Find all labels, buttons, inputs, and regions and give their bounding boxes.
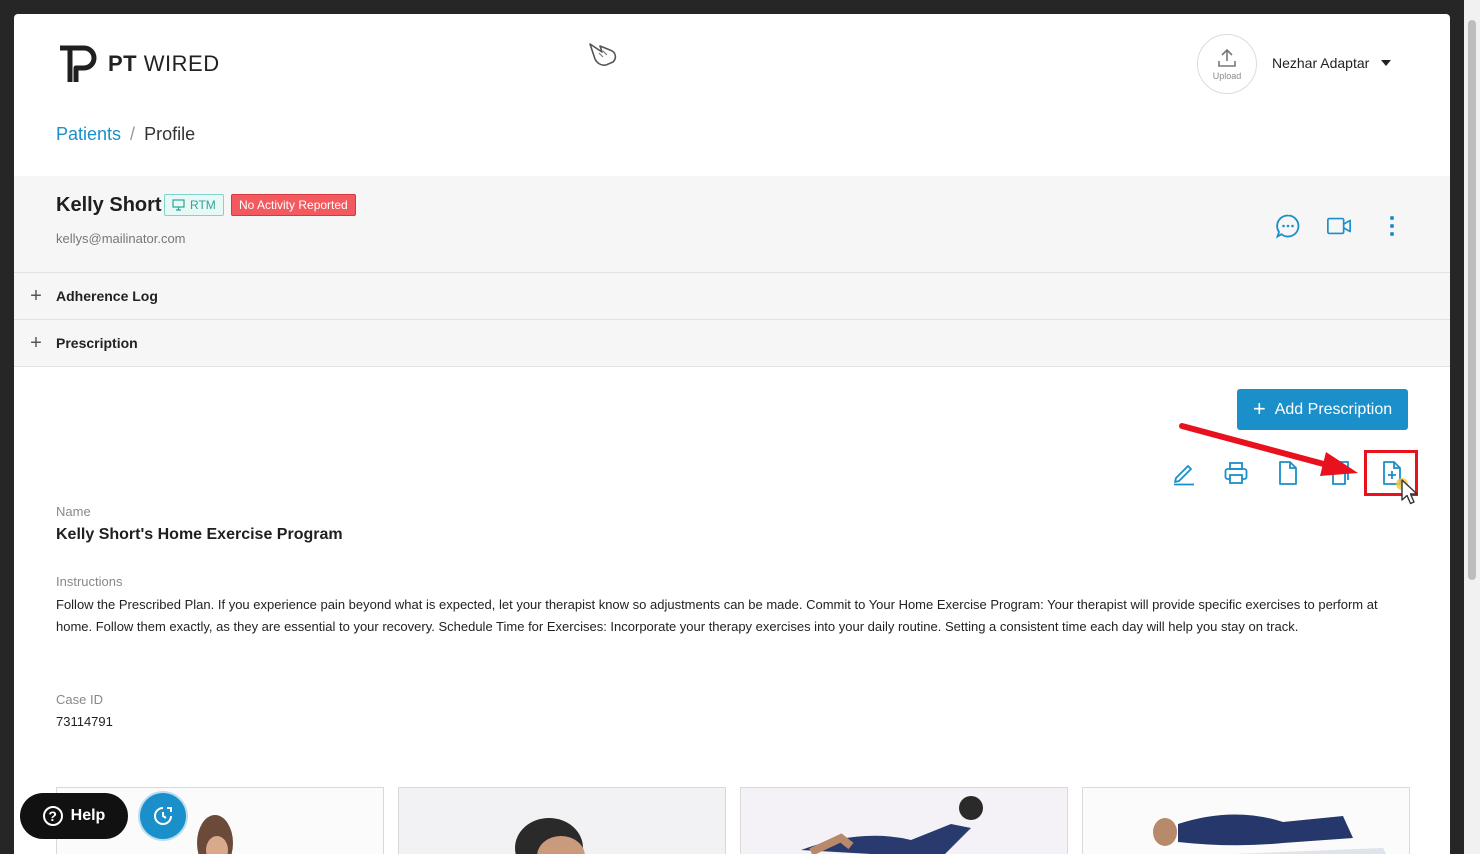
case-id-label: Case ID <box>56 692 103 707</box>
rx-name-label: Name <box>56 504 91 519</box>
message-button[interactable] <box>1275 213 1301 239</box>
patient-name: Kelly Short <box>56 194 162 216</box>
upload-icon <box>1218 48 1236 67</box>
breadcrumb-separator: / <box>130 124 136 144</box>
logo-text: PT WIRED <box>108 51 220 76</box>
user-name: Nezhar Adaptar <box>1272 55 1370 71</box>
annotation-arrow-icon <box>1179 423 1358 476</box>
prescription-panel[interactable]: + Prescription <box>14 320 1450 367</box>
logo[interactable]: PT WIRED <box>56 42 220 86</box>
rx-name-value: Kelly Short's Home Exercise Program <box>56 526 343 543</box>
status-badge: No Activity Reported <box>231 194 356 216</box>
exercise-card[interactable] <box>398 787 726 854</box>
exercise-card[interactable] <box>1082 787 1410 854</box>
instructions-value: Follow the Prescribed Plan. If you exper… <box>56 597 1378 634</box>
activity-clock-button[interactable] <box>140 793 186 839</box>
scrollbar-thumb[interactable] <box>1468 20 1476 580</box>
question-icon: ? <box>42 806 63 826</box>
more-options-button[interactable] <box>1379 213 1405 239</box>
clock-icon <box>154 807 172 825</box>
exercise-thumbnail-image <box>399 788 725 854</box>
instructions-label: Instructions <box>56 574 123 589</box>
breadcrumb: Patients / Profile <box>56 124 195 145</box>
chat-bubble-icon <box>1275 214 1300 239</box>
monitor-icon <box>172 199 185 211</box>
vertical-dots-icon <box>1390 216 1394 236</box>
case-id-value: 73114791 <box>56 714 113 729</box>
help-label: Help <box>70 807 106 824</box>
exercise-thumbnail-image <box>1083 788 1409 854</box>
patient-header: Kelly Short RTM No Activity Reported kel… <box>14 176 1450 273</box>
upload-button[interactable]: Upload <box>1197 34 1257 94</box>
plus-icon: + <box>1252 395 1266 421</box>
hand-pointer-icon <box>589 43 617 66</box>
exercise-card[interactable] <box>740 787 1068 854</box>
chevron-down-icon <box>1381 60 1392 66</box>
prescription-title: Prescription <box>56 335 138 351</box>
breadcrumb-patients-link[interactable]: Patients <box>56 124 121 145</box>
user-menu[interactable]: Nezhar Adaptar <box>1272 55 1392 71</box>
rtm-badge: RTM <box>164 194 224 216</box>
scrollbar-track[interactable] <box>1464 0 1480 854</box>
mouse-cursor-icon <box>1396 478 1418 505</box>
page: PT WIRED Upload Nezhar Adaptar Patients … <box>14 14 1450 854</box>
expand-plus-icon: + <box>30 284 42 307</box>
help-button[interactable]: ? Help <box>20 793 128 839</box>
add-prescription-label: Add Prescription <box>1274 400 1393 418</box>
logo-mark-icon <box>60 45 97 82</box>
exercise-thumbnail-image <box>741 788 1067 854</box>
upload-label: Upload <box>1212 71 1242 81</box>
video-call-button[interactable] <box>1326 213 1352 239</box>
video-camera-icon <box>1327 217 1351 235</box>
adherence-log-title: Adherence Log <box>56 288 158 304</box>
expand-plus-icon: + <box>30 331 42 354</box>
patient-email: kellys@mailinator.com <box>56 231 186 246</box>
adherence-log-panel[interactable]: + Adherence Log <box>14 273 1450 320</box>
breadcrumb-current: Profile <box>144 124 196 144</box>
rtm-badge-label: RTM <box>190 198 216 212</box>
